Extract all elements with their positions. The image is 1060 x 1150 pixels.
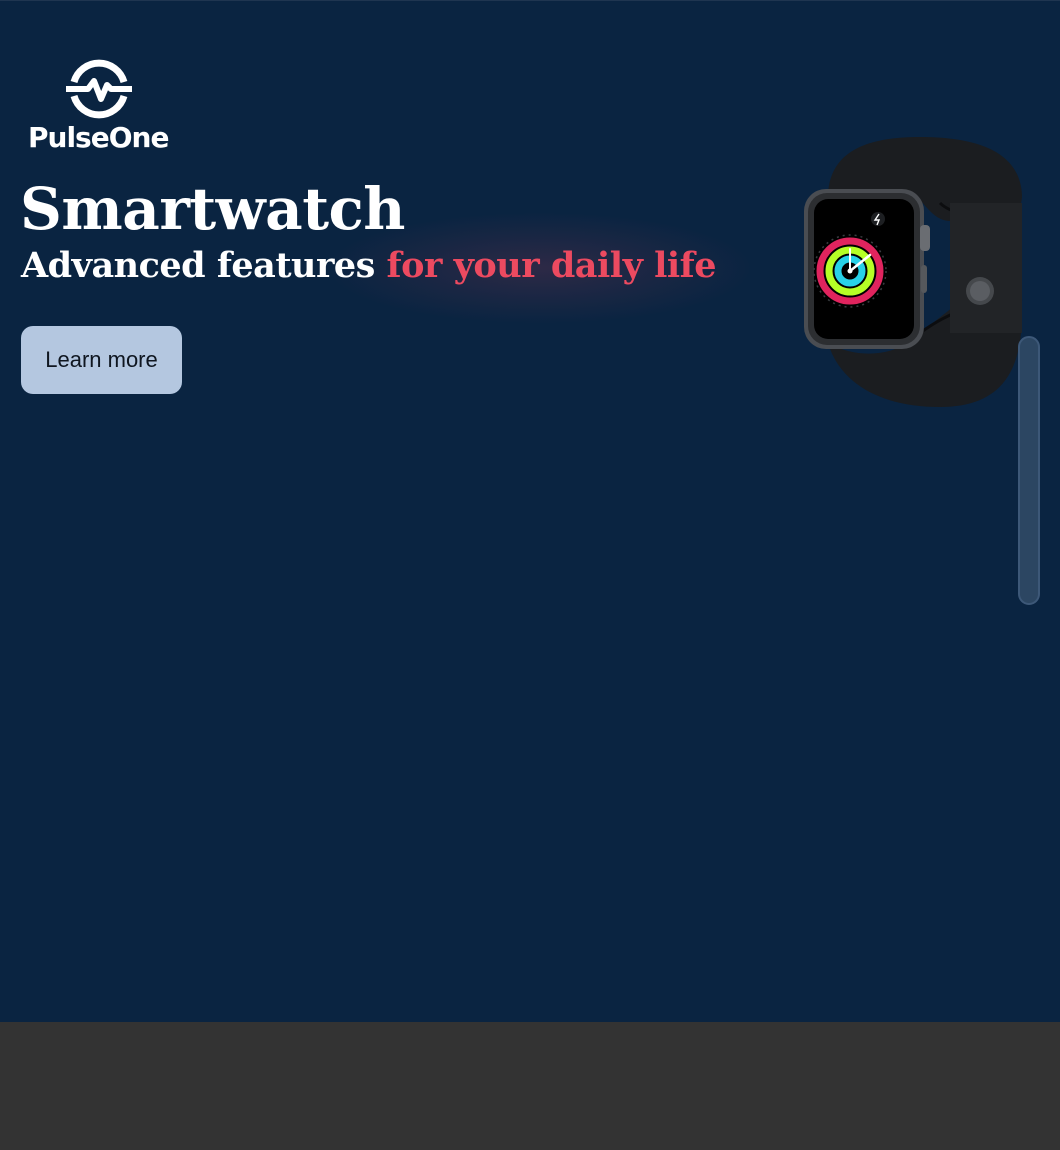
subtitle-lead: Advanced features [21, 245, 387, 286]
pulse-heartbeat-icon [66, 59, 132, 119]
hero-section: PulseOne Smartwatch Advanced features fo… [0, 0, 1060, 1022]
subtitle-accent: for your daily life [386, 245, 717, 286]
hero-title: Smartwatch [20, 175, 405, 243]
vertical-scrollbar[interactable] [1018, 336, 1040, 605]
brand-logo[interactable]: PulseOne [28, 59, 174, 157]
brand-name: PulseOne [28, 121, 169, 154]
hero-subtitle: Advanced features for your daily life [21, 243, 717, 289]
learn-more-button[interactable]: Learn more [21, 326, 182, 394]
smartwatch-image [804, 137, 1023, 407]
